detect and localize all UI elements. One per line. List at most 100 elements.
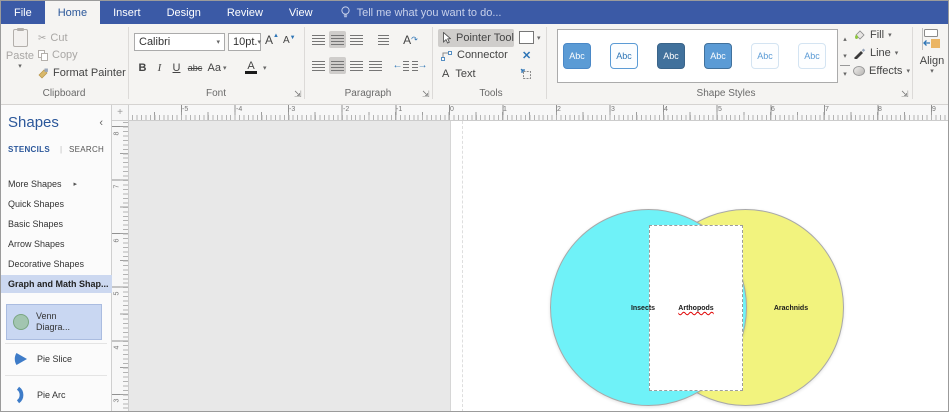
tab-stencils[interactable]: STENCILS [8,145,50,154]
increase-indent-button[interactable]: → [411,57,428,74]
ribbon-tab-bar: File Home Insert Design Review View Tell… [1,1,948,24]
align-right-button[interactable] [348,57,365,74]
tab-insert[interactable]: Insert [100,1,154,24]
stencil-graph-math-shapes[interactable]: Graph and Math Shap... [1,275,112,293]
tab-search[interactable]: SEARCH [69,145,104,154]
bullets-icon [378,34,389,45]
copy-icon [38,49,48,61]
align-center-button[interactable] [329,57,346,74]
tell-me-label: Tell me what you want to do... [356,6,502,19]
font-family-dropdown-icon: ▾ [216,39,220,46]
gallery-more-button[interactable]: ▾ [840,65,850,81]
venn-label-middle[interactable]: Arthopods [661,304,731,313]
drawing-page[interactable]: Insects Arthopods Arachnids [450,121,948,411]
group-separator [912,27,913,99]
shape-style-swatch[interactable]: Abc [610,43,638,69]
gallery-scroll-down-button[interactable]: ▾ [840,48,850,64]
vertical-ruler[interactable]: 8 7 6 5 4 3 [112,121,129,411]
text-tool-button[interactable]: A Text [438,68,476,80]
stencil-decorative-shapes[interactable]: Decorative Shapes [1,255,112,273]
hruler-number: 9 [932,106,936,113]
fill-button[interactable]: Fill ▾ [853,29,892,41]
vruler-number: 3 [113,398,121,403]
shape-style-swatch[interactable]: Abc [657,43,685,69]
copy-button[interactable]: Copy [38,49,78,61]
gallery-scroll-up-button[interactable]: ▴ [840,31,850,47]
bold-button[interactable]: B [134,59,151,76]
scissors-icon: ✂ [38,32,47,44]
align-center-icon [331,60,344,71]
font-family-select[interactable]: Calibri ▾ [134,33,225,51]
align-button[interactable]: Align ▾ [916,28,948,94]
shape-style-swatch[interactable]: Abc [704,43,732,69]
bullets-button[interactable] [375,31,392,48]
connector-button[interactable]: Connector [438,49,508,61]
hruler-number: 5 [718,106,722,113]
format-painter-icon [38,68,49,79]
lightbulb-icon [340,6,351,19]
collapse-panel-icon[interactable]: ‹ [99,117,103,129]
font-size-dropdown-icon: ▾ [257,39,261,46]
hruler-number: 1 [503,106,507,113]
master-separator [5,375,107,376]
shrink-font-button[interactable]: A▼ [283,35,296,46]
pointer-tool-button[interactable]: Pointer Tool [438,29,514,47]
ruler-origin-box: + [112,105,129,121]
change-case-button[interactable]: Aa ▾ [205,59,229,76]
paragraph-dialog-launcher[interactable]: ⇲ [422,90,430,99]
rectangle-tool-button[interactable]: ▾ [519,31,541,44]
pie-slice-icon [12,350,30,368]
drawing-canvas[interactable]: Insects Arthopods Arachnids [129,121,948,411]
underline-button[interactable]: U [168,59,185,76]
paste-button[interactable]: Paste ▾ [5,27,35,83]
align-top-button[interactable] [310,31,327,48]
tab-review[interactable]: Review [214,1,276,24]
free-transform-button[interactable] [520,68,533,86]
font-size-select[interactable]: 10pt. ▾ [228,33,261,51]
effects-button[interactable]: Effects ▾ [853,65,910,77]
stencil-more-shapes[interactable]: More Shapes ▸ [1,175,112,193]
tell-me-box[interactable]: Tell me what you want to do... [340,1,502,24]
strikethrough-button[interactable]: abc [185,59,205,76]
shape-style-swatch[interactable]: Abc [751,43,779,69]
decrease-indent-button[interactable]: ← [392,57,409,74]
rotate-text-button[interactable]: A ↷ [402,31,419,48]
font-color-button[interactable]: A [239,59,263,76]
tab-file[interactable]: File [1,1,45,24]
paste-dropdown-icon[interactable]: ▾ [5,62,35,70]
align-left-button[interactable] [310,57,327,74]
master-venn-diagram[interactable]: Venn Diagra... [6,304,102,340]
text-tool-icon: A [442,68,450,80]
connector-icon [441,50,452,61]
master-pie-slice[interactable]: Pie Slice [6,347,106,371]
line-button[interactable]: Line ▾ [853,47,898,59]
cut-button[interactable]: ✂ Cut [38,32,68,44]
tab-design[interactable]: Design [154,1,214,24]
master-separator [5,343,107,344]
tab-home[interactable]: Home [44,1,101,24]
horizontal-ruler[interactable]: -5 -4 -3 -2 -1 0 1 2 3 4 5 6 7 8 9 [129,105,948,121]
font-color-dropdown-icon[interactable]: ▾ [263,64,267,72]
tab-view[interactable]: View [276,1,326,24]
fill-bucket-icon [853,29,866,41]
align-bottom-button[interactable] [348,31,365,48]
connection-point-button[interactable]: ✕ [522,49,531,62]
shape-styles-dialog-launcher[interactable]: ⇲ [901,90,909,99]
grow-font-button[interactable]: A▲ [265,33,279,47]
shape-style-swatch[interactable]: Abc [563,43,591,69]
vruler-number: 8 [113,131,121,136]
group-separator [128,27,129,99]
align-middle-button[interactable] [329,31,346,48]
master-pie-arc[interactable]: Pie Arc [6,383,106,407]
font-dialog-launcher[interactable]: ⇲ [294,90,302,99]
vruler-number: 4 [113,345,121,350]
visio-window: File Home Insert Design Review View Tell… [0,0,949,412]
format-painter-button[interactable]: Format Painter [38,67,126,79]
stencil-basic-shapes[interactable]: Basic Shapes [1,215,112,233]
stencil-arrow-shapes[interactable]: Arrow Shapes [1,235,112,253]
italic-button[interactable]: I [151,59,168,76]
hruler-number: -1 [396,106,403,113]
stencil-quick-shapes[interactable]: Quick Shapes [1,195,112,213]
shape-style-swatch[interactable]: Abc [798,43,826,69]
justify-button[interactable] [367,57,384,74]
